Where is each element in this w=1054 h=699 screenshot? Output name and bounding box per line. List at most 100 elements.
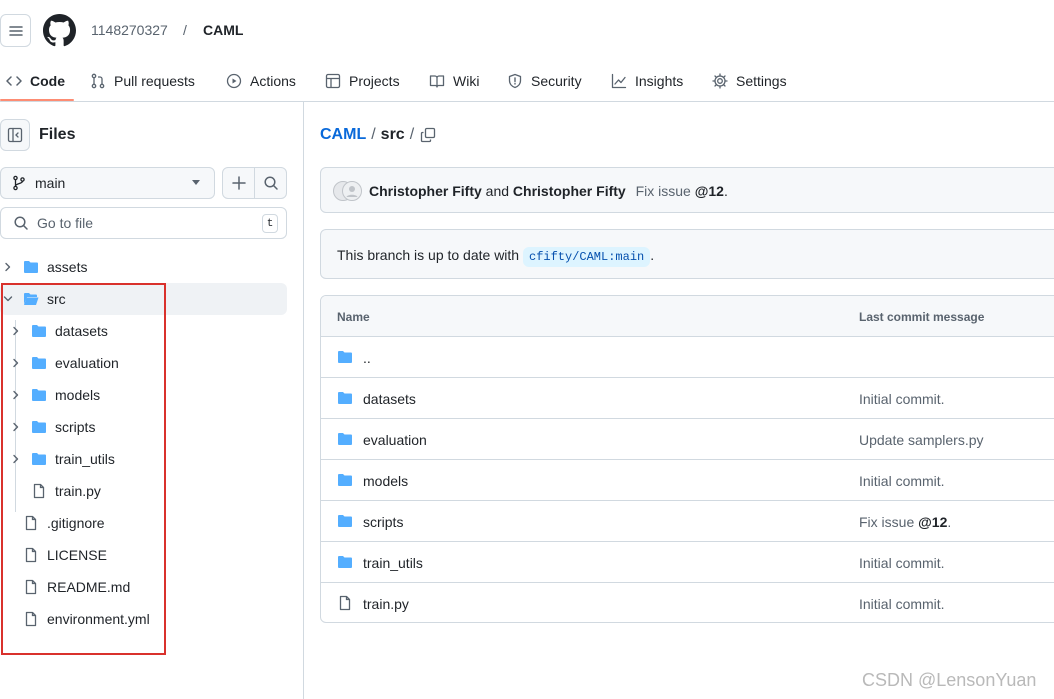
table-icon: [325, 73, 341, 89]
table-row: train.py Initial commit.: [321, 583, 1054, 622]
table-row: datasets Initial commit.: [321, 378, 1054, 419]
folder-icon: [338, 474, 352, 486]
table-row: evaluation Update samplers.py: [321, 419, 1054, 460]
row-commit-message[interactable]: Fix issue @12.: [859, 514, 951, 530]
search-icon: [14, 216, 28, 230]
row-name-link[interactable]: ..: [363, 350, 371, 366]
commit-coauthor-link[interactable]: Christopher Fifty: [513, 183, 626, 199]
folder-icon: [24, 261, 38, 273]
row-commit-message[interactable]: Initial commit.: [859, 473, 945, 489]
chevron-right-icon: [5, 262, 11, 272]
row-name-link[interactable]: evaluation: [363, 432, 427, 448]
commit-period: .: [723, 183, 728, 199]
go-to-file-input[interactable]: Go to file t: [0, 207, 287, 239]
commit-message-link[interactable]: Fix issue: [636, 183, 691, 199]
avatar-icon[interactable]: [333, 180, 363, 202]
copy-icon[interactable]: [420, 127, 436, 143]
graph-icon: [611, 73, 627, 89]
chevron-down-icon: [192, 180, 200, 185]
tab-actions[interactable]: Actions: [226, 60, 296, 102]
active-tab-indicator: [0, 99, 74, 101]
commit-and-text: and: [485, 183, 510, 199]
tab-label: Settings: [736, 73, 787, 89]
tab-settings[interactable]: Settings: [712, 60, 787, 102]
table-header: Name Last commit message: [321, 296, 1054, 337]
folder-icon: [338, 515, 352, 527]
row-name-link[interactable]: datasets: [363, 391, 416, 407]
tree-item-assets[interactable]: assets: [0, 251, 287, 283]
table-row: models Initial commit.: [321, 460, 1054, 501]
row-commit-period: .: [947, 514, 952, 530]
tab-label: Wiki: [453, 73, 480, 89]
folder-icon: [338, 351, 352, 363]
table-row: scripts Fix issue @12.: [321, 501, 1054, 542]
add-file-button[interactable]: [222, 167, 255, 199]
row-issue-ref[interactable]: @12: [918, 514, 947, 530]
row-name-link[interactable]: models: [363, 473, 408, 489]
column-header-name: Name: [337, 310, 370, 324]
path-separator: /: [409, 126, 415, 143]
top-header: 1148270327 / CAML: [0, 0, 1054, 60]
row-commit-message[interactable]: Initial commit.: [859, 555, 945, 571]
file-icon: [339, 595, 351, 611]
row-name-link[interactable]: scripts: [363, 514, 403, 530]
collapse-sidebar-button[interactable]: [0, 119, 30, 151]
tab-wiki[interactable]: Wiki: [429, 60, 479, 102]
pull-request-icon: [91, 73, 105, 89]
tab-label: Actions: [250, 73, 296, 89]
row-name-link[interactable]: train_utils: [363, 555, 423, 571]
branch-selector-button[interactable]: main: [0, 167, 215, 199]
go-to-file-placeholder: Go to file: [37, 215, 94, 231]
branch-name: main: [35, 175, 66, 191]
git-branch-icon: [13, 175, 25, 191]
watermark-text: CSDN @LensonYuan: [862, 670, 1037, 690]
table-row-parent-dir[interactable]: ..: [321, 337, 1054, 378]
breadcrumb-separator: /: [183, 22, 187, 38]
file-path-breadcrumb: CAML / src /: [320, 126, 414, 144]
tab-pull-requests[interactable]: Pull requests: [90, 60, 195, 102]
path-repo-link[interactable]: CAML: [320, 126, 366, 144]
folder-icon: [338, 433, 352, 445]
hamburger-icon: [8, 25, 23, 36]
commit-issue-ref[interactable]: @12: [695, 183, 724, 199]
sidebar-collapse-icon: [7, 127, 23, 143]
shield-icon: [508, 73, 522, 89]
annotation-highlight-box: [1, 283, 166, 655]
table-row: train_utils Initial commit.: [321, 542, 1054, 583]
row-commit-message[interactable]: Initial commit.: [859, 391, 945, 407]
branch-status-text: This branch is up to date with cfifty/CA…: [337, 247, 654, 267]
upstream-branch-link[interactable]: cfifty/CAML:main: [523, 247, 651, 267]
row-name-link[interactable]: train.py: [363, 596, 409, 612]
play-icon: [226, 73, 242, 89]
row-commit-text: Fix issue: [859, 514, 919, 530]
repo-nav-tabs: Code Pull requests Actions Projects Wiki…: [0, 60, 1054, 102]
keyboard-shortcut-hint: t: [262, 214, 278, 233]
column-header-last-commit: Last commit message: [859, 310, 985, 324]
book-icon: [429, 75, 445, 88]
latest-commit-box: Christopher Fifty and Christopher Fifty …: [320, 167, 1054, 213]
tab-projects[interactable]: Projects: [325, 60, 400, 102]
github-logo-icon[interactable]: [43, 14, 76, 47]
tab-code[interactable]: Code: [6, 60, 65, 102]
tab-label: Projects: [349, 73, 400, 89]
folder-icon: [338, 392, 352, 404]
branch-status-box: This branch is up to date with cfifty/CA…: [320, 229, 1054, 279]
tab-insights[interactable]: Insights: [611, 60, 683, 102]
hamburger-menu-button[interactable]: [0, 14, 31, 47]
gear-icon: [712, 73, 728, 89]
folder-icon: [338, 556, 352, 568]
breadcrumb-owner-link[interactable]: 1148270327: [91, 22, 168, 38]
tab-security[interactable]: Security: [507, 60, 582, 102]
tab-label: Security: [531, 73, 582, 89]
path-current-folder: src: [380, 126, 405, 143]
commit-author-link[interactable]: Christopher Fifty: [369, 183, 482, 199]
row-commit-message[interactable]: Initial commit.: [859, 596, 945, 612]
directory-table: Name Last commit message .. datasets Ini…: [320, 295, 1054, 623]
tab-label: Pull requests: [114, 73, 195, 89]
breadcrumb-repo-link[interactable]: CAML: [203, 22, 243, 38]
search-code-button[interactable]: [254, 167, 287, 199]
branch-status-label: This branch is up to date with: [337, 247, 520, 263]
row-commit-message[interactable]: Update samplers.py: [859, 432, 984, 448]
tab-label: Insights: [635, 73, 684, 89]
tree-item-label: assets: [47, 259, 88, 275]
